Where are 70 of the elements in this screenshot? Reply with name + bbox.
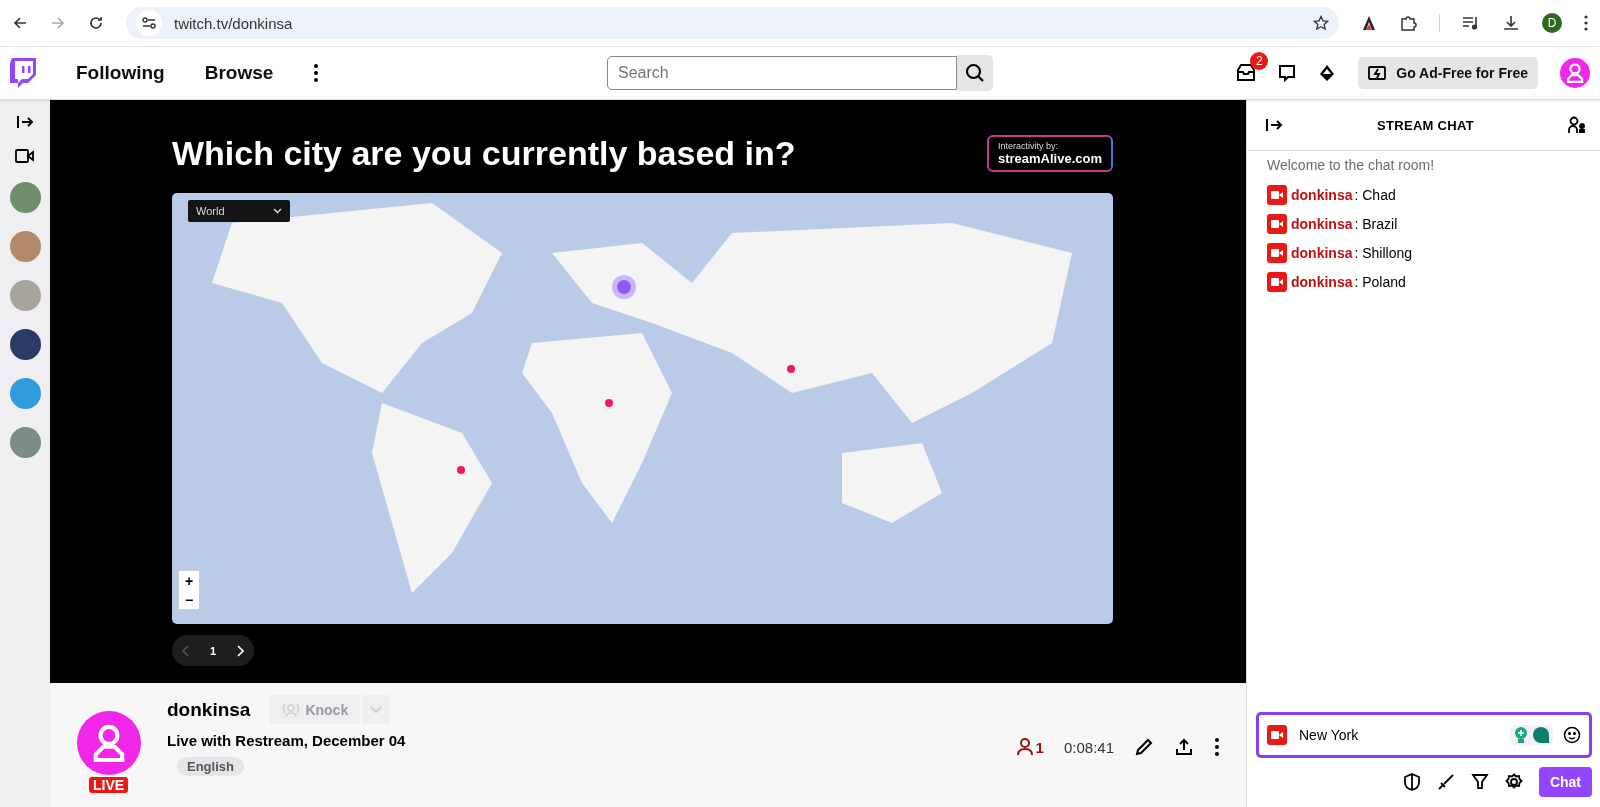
page-number: 1 (209, 644, 217, 657)
broadcaster-badge-icon (1267, 272, 1287, 292)
welcome-message: Welcome to the chat room! (1267, 157, 1436, 173)
chat-message: : Shillong (1354, 245, 1413, 261)
more-icon[interactable] (313, 63, 320, 83)
chat-username[interactable]: donkinsa (1291, 245, 1353, 261)
stream-title: Live with Restream, December 04 (167, 732, 407, 749)
channel-avatar[interactable] (9, 329, 41, 360)
chevron-down-icon (370, 705, 383, 714)
chevron-right-icon[interactable] (236, 644, 244, 657)
upload-icon[interactable] (1174, 737, 1194, 757)
more-icon[interactable] (1214, 737, 1220, 757)
viewer-count: 1 (1016, 738, 1044, 756)
shield-icon[interactable] (1402, 773, 1421, 791)
profile-avatar[interactable]: D (1542, 13, 1562, 33)
browser-menu-icon[interactable] (1584, 15, 1588, 31)
live-badge: LIVE (89, 777, 129, 793)
ad-free-button[interactable]: Go Ad-Free for Free (1358, 57, 1538, 89)
collapse-icon[interactable] (16, 114, 34, 130)
language-tag[interactable]: English (177, 757, 244, 776)
reload-icon[interactable] (88, 15, 104, 31)
search-field[interactable]: Search (607, 56, 957, 90)
diamond-icon[interactable] (1318, 64, 1337, 82)
search-icon (965, 63, 985, 83)
sword-icon[interactable] (1436, 773, 1455, 791)
chat-username[interactable]: donkinsa (1291, 187, 1353, 203)
nav-link[interactable]: Browse (204, 62, 274, 84)
users-icon[interactable] (1568, 116, 1586, 134)
region-dropdown[interactable]: World (188, 200, 290, 222)
nav-link[interactable]: Following (76, 62, 165, 84)
broadcast-person-icon (282, 701, 301, 718)
chat-send-button[interactable]: Chat (1538, 767, 1592, 797)
pencil-icon[interactable] (1134, 737, 1154, 757)
chevron-down-icon (273, 208, 282, 214)
download-icon[interactable] (1502, 14, 1520, 32)
battery-bolt-icon (1368, 66, 1389, 80)
back-arrow-icon[interactable] (12, 15, 28, 31)
channel-name[interactable]: donkinsa (167, 698, 251, 721)
broadcaster-badge-icon (1267, 725, 1287, 745)
broadcaster-badge-icon (1267, 243, 1287, 263)
chat-message: : Chad (1354, 187, 1396, 203)
chat-bubble-icon[interactable] (1278, 64, 1297, 82)
collapse-icon[interactable] (1265, 117, 1283, 133)
smiley-icon[interactable] (1563, 726, 1581, 744)
broadcaster-badge-icon (1267, 214, 1287, 234)
funnel-icon[interactable] (1470, 773, 1489, 791)
site-settings-icon[interactable] (142, 17, 156, 29)
inbox-icon[interactable] (1236, 64, 1257, 82)
chat-message: : Poland (1354, 274, 1406, 290)
media-queue-icon[interactable] (1462, 15, 1480, 31)
user-avatar[interactable] (1560, 58, 1590, 88)
twitch-logo-icon[interactable] (10, 58, 36, 88)
speech-bubble-icon[interactable] (1532, 726, 1550, 744)
person-icon (1016, 738, 1033, 756)
notification-count: 2 (1250, 52, 1269, 70)
chat-title: STREAM CHAT (1377, 117, 1474, 133)
interactivity-badge[interactable]: Interactivity by: streamAlive.com (986, 135, 1113, 172)
broadcaster-badge-icon (1267, 185, 1287, 205)
chat-username[interactable]: donkinsa (1291, 274, 1353, 290)
extension-logo-icon[interactable] (1361, 15, 1377, 31)
chat-message: : Brazil (1354, 216, 1398, 232)
search-button[interactable] (957, 55, 993, 91)
poll-question: Which city are you currently based in? (172, 134, 796, 173)
uptime: 0:08:41 (1063, 738, 1114, 756)
star-icon[interactable] (1313, 15, 1329, 31)
chat-username[interactable]: donkinsa (1291, 216, 1353, 232)
lightbulb-icon[interactable] (1513, 726, 1529, 744)
puzzle-icon[interactable] (1399, 14, 1417, 32)
video-camera-icon[interactable] (15, 148, 35, 164)
settings-icon[interactable] (1504, 773, 1523, 791)
